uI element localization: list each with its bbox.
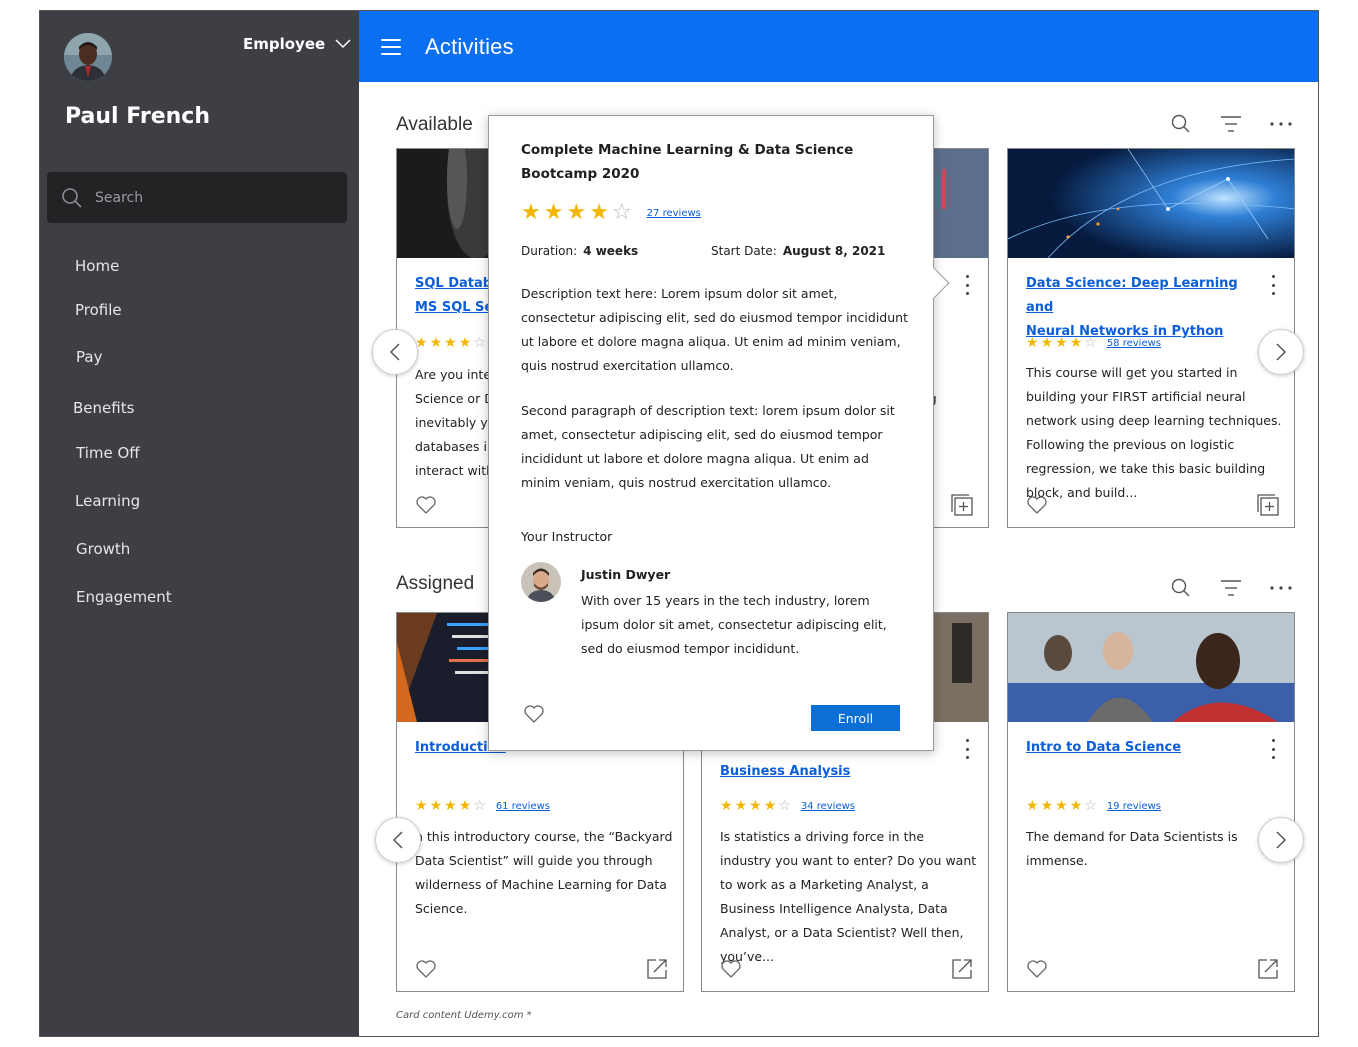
section-title-available: Available [396, 114, 473, 135]
chevron-right-icon [1276, 831, 1287, 849]
carousel-prev-button[interactable] [372, 329, 418, 375]
sidebar-item-growth[interactable]: Growth [76, 540, 130, 558]
sidebar-item-learning[interactable]: Learning [75, 492, 140, 510]
rating-stars: ★ ★ ★ ★ ☆ 61 reviews [415, 798, 550, 814]
course-title[interactable]: Business Analysis [720, 760, 940, 784]
course-card[interactable]: Data Science: Deep Learning and Neural Ne… [1007, 148, 1295, 528]
search-icon [62, 187, 82, 208]
heart-icon[interactable] [415, 959, 437, 979]
more-icon[interactable] [1269, 576, 1293, 600]
more-icon[interactable] [960, 275, 974, 295]
add-to-list-icon[interactable] [1256, 493, 1280, 517]
sidebar-item-pay[interactable]: Pay [76, 348, 102, 366]
rating-stars: ★ ★ ★ ★ ☆ 58 reviews [1026, 335, 1161, 351]
user-avatar[interactable] [64, 33, 112, 81]
more-icon[interactable] [960, 739, 974, 759]
search-input[interactable] [95, 189, 315, 206]
course-description: Is statistics a driving force in the ind… [720, 829, 977, 964]
rating-stars: ★ ★ ★ ★ ☆ 27 reviews [521, 200, 701, 225]
sidebar-item-benefits[interactable]: Benefits [73, 399, 134, 417]
chevron-left-icon [392, 831, 403, 849]
course-detail-popover: Complete Machine Learning & Data Science… [488, 115, 950, 751]
search-icon[interactable] [1169, 112, 1193, 136]
filter-icon[interactable] [1219, 112, 1243, 136]
instructor-name: Justin Dwyer [581, 567, 671, 582]
external-link-icon[interactable] [950, 957, 974, 981]
more-icon[interactable] [1266, 275, 1280, 295]
section-title-assigned: Assigned [396, 573, 475, 594]
instructor-bio: With over 15 years in the tech industry,… [581, 593, 887, 656]
instructor-label: Your Instructor [521, 529, 613, 544]
duration: Duration: 4 weeks [521, 244, 639, 258]
sidebar: Employee Paul French Home Profile Pay Be… [40, 11, 359, 1036]
sidebar-item-profile[interactable]: Profile [75, 301, 122, 319]
rating-stars: ★ ★ ★ ★ ☆ 34 reviews [720, 798, 855, 814]
reviews-link[interactable]: 58 reviews [1107, 338, 1161, 349]
page-title: Activities [425, 33, 514, 59]
heart-icon[interactable] [415, 495, 437, 515]
carousel-prev-button[interactable] [375, 817, 421, 863]
course-card[interactable]: Intro to Data Science ★ ★ ★ ★ ☆ 19 reviews T… [1007, 612, 1295, 992]
app-frame: Employee Paul French Home Profile Pay Be… [39, 10, 1319, 1037]
more-icon[interactable] [1266, 739, 1280, 759]
sidebar-item-engagement[interactable]: Engagement [76, 588, 172, 606]
user-name: Paul French [65, 104, 210, 129]
reviews-link[interactable]: 34 reviews [801, 801, 855, 812]
heart-icon[interactable] [523, 704, 545, 724]
reviews-link[interactable]: 61 reviews [496, 801, 550, 812]
heart-icon[interactable] [720, 959, 742, 979]
heart-icon[interactable] [1026, 495, 1048, 515]
external-link-icon[interactable] [645, 957, 669, 981]
role-label: Employee [243, 35, 326, 53]
sidebar-item-time-off[interactable]: Time Off [76, 444, 140, 462]
sidebar-item-home[interactable]: Home [75, 257, 119, 275]
hamburger-icon[interactable] [381, 38, 401, 55]
instructor-avatar [521, 562, 561, 602]
start-date: Start Date: August 8, 2021 [711, 244, 886, 258]
top-bar: Activities [359, 11, 1318, 82]
course-description: n this introductory course, the “Backyar… [415, 829, 673, 916]
popover-title: Complete Machine Learning & Data Science… [521, 142, 854, 182]
course-image [1008, 613, 1294, 722]
filter-icon[interactable] [1219, 576, 1243, 600]
course-image [1008, 149, 1294, 258]
heart-icon[interactable] [1026, 959, 1048, 979]
rating-stars: ★ ★ ★ ★ ☆ [415, 335, 486, 351]
sidebar-search[interactable] [47, 172, 347, 223]
reviews-link[interactable]: 27 reviews [647, 208, 701, 219]
chevron-left-icon [389, 343, 400, 361]
course-title[interactable]: Data Science: Deep Learning and Neural Ne… [1026, 272, 1246, 344]
course-description: This course will get you started in buil… [1026, 365, 1282, 500]
course-description: The demand for Data Scientists is immens… [1026, 829, 1238, 868]
course-title[interactable]: Intro to Data Science [1026, 736, 1246, 760]
description-paragraph: Second paragraph of description text: lo… [521, 403, 895, 490]
chevron-right-icon [1276, 343, 1287, 361]
available-toolbar [1169, 112, 1293, 136]
more-icon[interactable] [1269, 112, 1293, 136]
enroll-button[interactable]: Enroll [811, 705, 900, 731]
external-link-icon[interactable] [1256, 957, 1280, 981]
footnote: Card content Udemy.com * [396, 1010, 532, 1021]
search-icon[interactable] [1169, 576, 1193, 600]
assigned-toolbar [1169, 576, 1293, 600]
carousel-next-button[interactable] [1258, 817, 1304, 863]
description-paragraph: Description text here: Lorem ipsum dolor… [521, 286, 908, 373]
role-dropdown[interactable]: Employee [243, 35, 351, 53]
rating-stars: ★ ★ ★ ★ ☆ 19 reviews [1026, 798, 1161, 814]
reviews-link[interactable]: 19 reviews [1107, 801, 1161, 812]
chevron-down-icon [335, 39, 351, 49]
carousel-next-button[interactable] [1258, 329, 1304, 375]
add-to-list-icon[interactable] [950, 493, 974, 517]
